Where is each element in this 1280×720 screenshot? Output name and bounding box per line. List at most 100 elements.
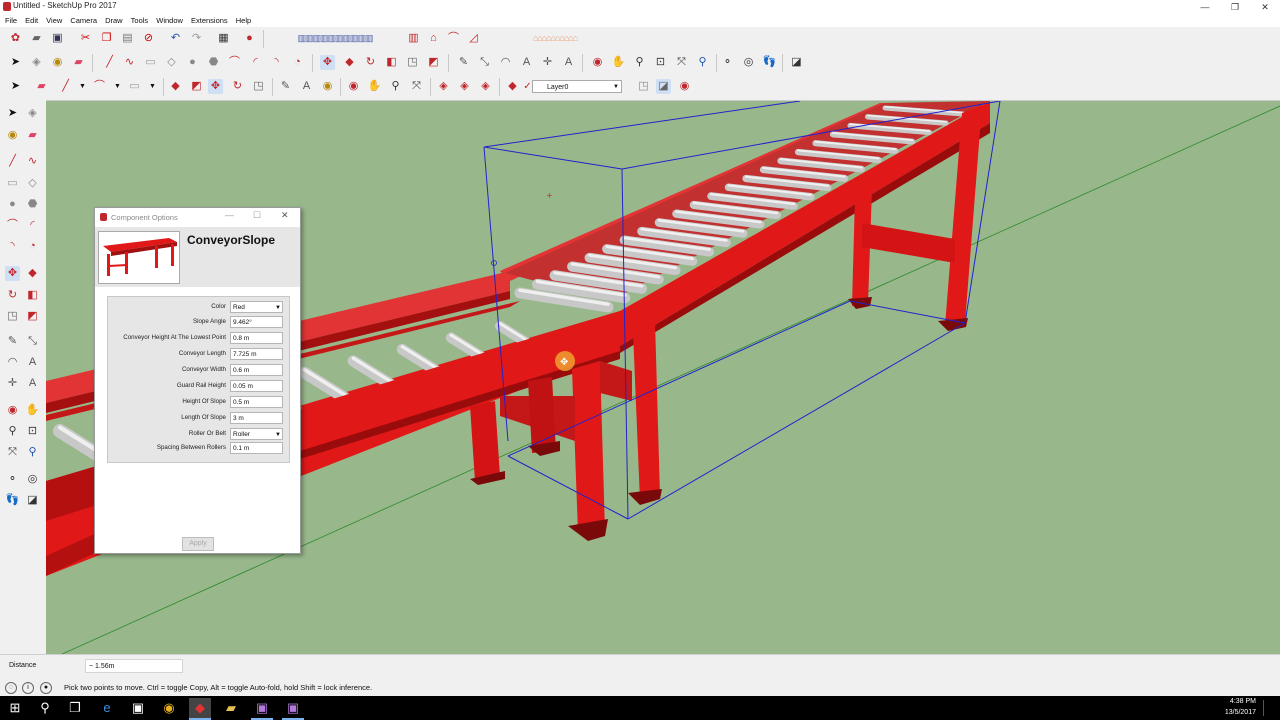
- tape-measure-icon[interactable]: ✎: [5, 334, 20, 349]
- show-desktop-button[interactable]: [1263, 700, 1276, 716]
- zoom-extents-icon[interactable]: ⤧: [5, 445, 20, 460]
- layer-visibility-icon[interactable]: ◉: [677, 79, 692, 94]
- pan-icon[interactable]: ✋: [25, 403, 40, 418]
- building-tools-icon[interactable]: ⌂⌂⌂⌂⌂⌂⌂⌂⌂⌂: [490, 31, 620, 46]
- menu-file[interactable]: File: [5, 14, 17, 27]
- protractor-icon[interactable]: ◠: [498, 55, 513, 70]
- rotated-rectangle-icon[interactable]: ◇: [164, 55, 179, 70]
- height-of-slope-input[interactable]: 0.5 m: [230, 396, 283, 408]
- slope-angle-input[interactable]: 9.462°: [230, 316, 283, 328]
- three-point-arc-icon[interactable]: ◝: [269, 55, 284, 70]
- paint-bucket-icon[interactable]: ◉: [5, 128, 20, 143]
- arc-icon[interactable]: ⌒: [5, 218, 20, 233]
- erase-icon[interactable]: ⊘: [141, 31, 156, 46]
- zoom-icon[interactable]: ⚲: [388, 79, 403, 94]
- 3d-text-icon[interactable]: A: [25, 376, 40, 391]
- pan-icon[interactable]: ✋: [611, 55, 626, 70]
- offset-icon[interactable]: ◩: [426, 55, 441, 70]
- menu-window[interactable]: Window: [156, 14, 183, 27]
- menu-view[interactable]: View: [46, 14, 62, 27]
- chevron-down-icon[interactable]: ▼: [110, 79, 125, 94]
- axes-icon[interactable]: ✛: [540, 55, 555, 70]
- rectangle-icon[interactable]: ▭: [127, 79, 142, 94]
- scale-icon[interactable]: ◳: [405, 55, 420, 70]
- tape-measure-icon[interactable]: ✎: [278, 79, 293, 94]
- push-pull-icon[interactable]: ◆: [342, 55, 357, 70]
- app-window-icon[interactable]: ▣: [282, 698, 304, 720]
- walk-icon[interactable]: 👣: [762, 55, 777, 70]
- chrome-icon[interactable]: ◉: [158, 698, 180, 718]
- menu-tools[interactable]: Tools: [131, 14, 149, 27]
- offset-icon[interactable]: ◩: [189, 79, 204, 94]
- apply-button[interactable]: Apply: [182, 537, 214, 551]
- tape-measure-icon[interactable]: ✎: [456, 55, 471, 70]
- zoom-icon[interactable]: ⚲: [632, 55, 647, 70]
- geo-location-icon[interactable]: ◌: [5, 682, 17, 694]
- two-point-arc-icon[interactable]: ◜: [25, 218, 40, 233]
- zoom-icon[interactable]: ⚲: [5, 424, 20, 439]
- roof-icon[interactable]: ⌂: [426, 31, 441, 46]
- text-icon[interactable]: A: [299, 79, 314, 94]
- move-icon[interactable]: ✥: [208, 79, 223, 94]
- task-view-icon[interactable]: ❐: [64, 698, 86, 718]
- spacing-between-rollers-input[interactable]: 0.1 m: [230, 442, 283, 454]
- zoom-extents-icon[interactable]: ⤧: [409, 79, 424, 94]
- menu-camera[interactable]: Camera: [70, 14, 97, 27]
- arc-icon[interactable]: ⌒: [92, 79, 107, 94]
- extension-warehouse-icon[interactable]: ◆: [505, 79, 520, 94]
- look-around-icon[interactable]: ◎: [741, 55, 756, 70]
- rotate-icon[interactable]: ↻: [230, 79, 245, 94]
- zoom-window-icon[interactable]: ⊡: [25, 424, 40, 439]
- chevron-down-icon[interactable]: ▼: [145, 79, 160, 94]
- rotate-icon[interactable]: ↻: [5, 288, 20, 303]
- previous-view-icon[interactable]: ⚲: [695, 55, 710, 70]
- section-plane-icon[interactable]: ◪: [25, 493, 40, 508]
- paste-icon[interactable]: ▤: [120, 31, 135, 46]
- color-select[interactable]: Red ▼: [230, 301, 283, 313]
- cut-icon[interactable]: ✂: [78, 31, 93, 46]
- menu-draw[interactable]: Draw: [105, 14, 123, 27]
- select-icon[interactable]: ➤: [8, 55, 23, 70]
- text-icon[interactable]: A: [25, 355, 40, 370]
- orbit-icon[interactable]: ◉: [346, 79, 361, 94]
- paint-bucket-icon[interactable]: ◉: [50, 55, 65, 70]
- menu-edit[interactable]: Edit: [25, 14, 38, 27]
- conveyor-width-input[interactable]: 0.6 m: [230, 364, 283, 376]
- scale-icon[interactable]: ◳: [5, 309, 20, 324]
- orbit-icon[interactable]: ◉: [590, 55, 605, 70]
- new-icon[interactable]: ✿: [8, 31, 23, 46]
- rotated-rectangle-icon[interactable]: ◇: [25, 176, 40, 191]
- line-icon[interactable]: ╱: [102, 55, 117, 70]
- follow-me-icon[interactable]: ◧: [25, 288, 40, 303]
- zoom-window-icon[interactable]: ⊡: [653, 55, 668, 70]
- circle-icon[interactable]: ●: [185, 55, 200, 70]
- line-icon[interactable]: ╱: [5, 154, 20, 169]
- maximize-button[interactable]: ❐: [1220, 0, 1250, 14]
- paint-bucket-icon[interactable]: ◉: [320, 79, 335, 94]
- two-point-arc-icon[interactable]: ◜: [248, 55, 263, 70]
- rectangle-icon[interactable]: ▭: [5, 176, 20, 191]
- stairs-icon[interactable]: ▥: [406, 31, 421, 46]
- axes-icon[interactable]: ✛: [5, 376, 20, 391]
- section-plane-icon[interactable]: ◪: [789, 55, 804, 70]
- layer-manager-icon[interactable]: ◳: [636, 79, 651, 94]
- pencil-icon[interactable]: ╱: [58, 79, 73, 94]
- offset-icon[interactable]: ◩: [25, 309, 40, 324]
- search-icon[interactable]: ⚲: [34, 698, 56, 718]
- pie-icon[interactable]: ◔: [25, 239, 40, 254]
- move-icon[interactable]: ✥: [5, 266, 20, 281]
- store-icon[interactable]: ▣: [127, 698, 149, 718]
- dimension-icon[interactable]: ⤡: [25, 334, 40, 349]
- user-icon[interactable]: ●: [40, 682, 52, 694]
- component-icon[interactable]: ◈: [29, 55, 44, 70]
- rotate-icon[interactable]: ↻: [363, 55, 378, 70]
- polygon-icon[interactable]: ⬣: [206, 55, 221, 70]
- length-of-slope-input[interactable]: 3 m: [230, 412, 283, 424]
- text-icon[interactable]: A: [519, 55, 534, 70]
- select-icon[interactable]: ➤: [5, 106, 20, 121]
- copy-icon[interactable]: ❐: [99, 31, 114, 46]
- share-component-icon[interactable]: ◈: [478, 79, 493, 94]
- layer-color-icon[interactable]: ◪: [656, 79, 671, 94]
- zoom-extents-icon[interactable]: ⤧: [674, 55, 689, 70]
- menu-help[interactable]: Help: [236, 14, 251, 27]
